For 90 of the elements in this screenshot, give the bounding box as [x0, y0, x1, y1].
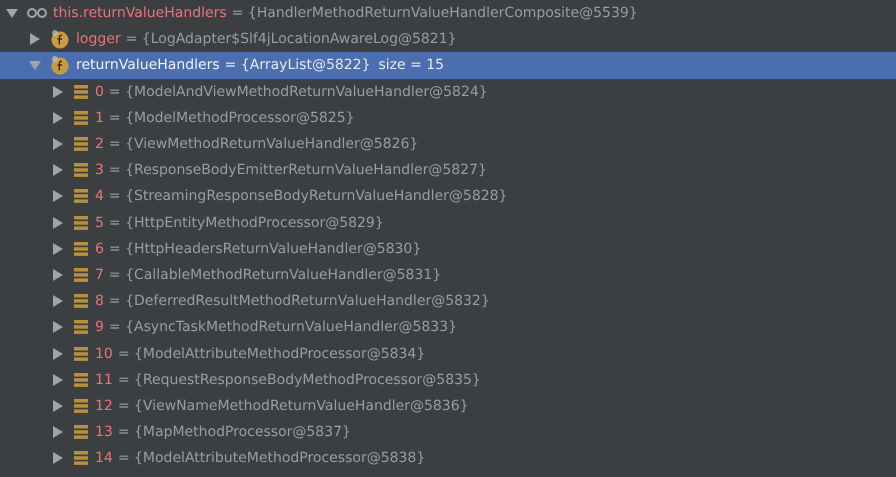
tree-row[interactable]: 12 = {ViewNameMethodReturnValueHandler@5836} [0, 392, 896, 419]
list-icon [73, 372, 89, 388]
variable-value: = {ViewMethodReturnValueHandler@5826} [108, 136, 418, 152]
collapsed-arrow-icon[interactable] [52, 426, 64, 438]
list-icon [73, 110, 89, 126]
collapsed-arrow-icon[interactable] [52, 295, 64, 308]
selected-tree-row[interactable]: returnValueHandlers = {ArrayList@5822} size = 15 [0, 52, 896, 79]
list-icon [73, 266, 89, 283]
variable-name: 13 [95, 424, 113, 440]
glasses-icon [27, 7, 47, 20]
tree-row[interactable]: logger = {LogAdapter$Slf4jLocationAwareLog@5821} [0, 26, 896, 52]
collapsed-arrow-icon[interactable] [52, 86, 64, 98]
variable-name: 1 [95, 110, 104, 126]
variable-name: 5 [95, 214, 104, 231]
variable-value: = {HttpEntityMethodProcessor@5829} [108, 214, 384, 231]
tree-row[interactable]: 8 = {DeferredResultMethodReturnValueHandler@5832} [0, 288, 896, 314]
variable-name: 4 [95, 188, 104, 204]
variable-value: = {ArrayList@5822} [224, 57, 370, 74]
tree-row[interactable]: 6 = {HttpHeadersReturnValueHandler@5830} [0, 236, 896, 262]
list-icon [73, 346, 89, 362]
tree-row[interactable]: 14 = {ModelAttributeMethodProcessor@5838} [0, 445, 896, 472]
variable-value: = {DeferredResultMethodReturnValueHandler@5832} [108, 293, 490, 310]
tree-row[interactable]: 3 = {ResponseBodyEmitterReturnValueHandler@5827} [0, 157, 896, 184]
variable-name: 0 [95, 84, 104, 100]
collapsed-arrow-icon[interactable] [52, 216, 64, 229]
list-icon [73, 136, 89, 152]
variable-value: = {AsyncTaskMethodReturnValueHandler@5833} [108, 319, 458, 336]
tree-row[interactable]: 1 = {ModelMethodProcessor@5825} [0, 104, 896, 131]
variable-value: = {ModelAttributeMethodProcessor@5834} [118, 346, 426, 362]
list-icon [73, 450, 89, 466]
variable-value: = {RequestResponseBodyMethodProcessor@5835} [118, 372, 481, 388]
collapsed-arrow-icon[interactable] [52, 138, 64, 150]
variable-name: 14 [95, 450, 113, 466]
list-icon [73, 240, 89, 257]
collapsed-arrow-icon[interactable] [52, 112, 64, 124]
variable-value: = {HttpHeadersReturnValueHandler@5830} [108, 240, 422, 257]
collapsed-arrow-icon[interactable] [52, 164, 64, 176]
list-icon [73, 293, 89, 310]
variable-name: logger [76, 31, 121, 48]
collapsed-arrow-icon[interactable] [52, 400, 64, 412]
variable-name: 10 [95, 346, 113, 362]
collapsed-arrow-icon[interactable] [52, 190, 64, 202]
variable-value: = {StreamingResponseBodyReturnValueHandler@5828} [108, 188, 508, 204]
list-icon [73, 84, 89, 100]
variable-name: 3 [95, 162, 104, 178]
variable-value: = {ResponseBodyEmitterReturnValueHandler@5827} [108, 162, 487, 178]
variable-name: 7 [95, 266, 104, 283]
variable-value: = {ModelAttributeMethodProcessor@5838} [118, 450, 426, 466]
list-icon [73, 214, 89, 231]
collapsed-arrow-icon[interactable] [52, 348, 64, 360]
collapsed-arrow-icon[interactable] [29, 33, 41, 46]
collapsed-arrow-icon[interactable] [52, 452, 64, 464]
tree-row[interactable]: 11 = {RequestResponseBodyMethodProcessor@5835} [0, 366, 896, 393]
expanded-arrow-icon[interactable] [6, 7, 18, 20]
variable-name: 9 [95, 319, 104, 336]
variable-name: 11 [95, 372, 113, 388]
variable-name: 2 [95, 136, 104, 152]
tree-row[interactable]: 13 = {MapMethodProcessor@5837} [0, 419, 896, 446]
list-icon [73, 398, 89, 414]
tree-row[interactable]: 7 = {CallableMethodReturnValueHandler@5831} [0, 262, 896, 288]
tree-row[interactable]: 0 = {ModelAndViewMethodReturnValueHandler@5824} [0, 78, 896, 105]
collapsed-arrow-icon[interactable] [52, 321, 64, 334]
tree-row[interactable]: 4 = {StreamingResponseBodyReturnValueHandler@5828} [0, 183, 896, 210]
variable-name: this.returnValueHandlers [53, 5, 227, 22]
tree-row[interactable]: 2 = {ViewMethodReturnValueHandler@5826} [0, 130, 896, 158]
variable-value: = {ViewNameMethodReturnValueHandler@5836} [118, 398, 469, 414]
variable-value: = {ModelMethodProcessor@5825} [108, 110, 355, 126]
tree-row[interactable]: 5 = {HttpEntityMethodProcessor@5829} [0, 210, 896, 236]
list-icon [73, 424, 89, 440]
list-icon [73, 319, 89, 336]
variable-value: = {CallableMethodReturnValueHandler@5831} [108, 266, 442, 283]
variable-name: returnValueHandlers [76, 57, 220, 74]
variable-name: 12 [95, 398, 113, 414]
size-label: size = 15 [378, 57, 444, 74]
field-icon [50, 29, 70, 50]
variable-value: = {ModelAndViewMethodReturnValueHandler@5824} [108, 84, 488, 100]
list-icon [73, 188, 89, 204]
collapsed-arrow-icon[interactable] [52, 242, 64, 255]
tree-row[interactable]: this.returnValueHandlers = {HandlerMethodReturnValueHandlerComposite@5539} [0, 0, 896, 26]
collapsed-arrow-icon[interactable] [52, 268, 64, 281]
tree-row[interactable]: 10 = {ModelAttributeMethodProcessor@5834} [0, 340, 896, 367]
variable-name: 6 [95, 240, 104, 257]
list-icon [73, 162, 89, 178]
field-icon [50, 55, 70, 76]
variable-name: 8 [95, 293, 104, 310]
collapsed-arrow-icon[interactable] [52, 374, 64, 386]
variable-value: = {MapMethodProcessor@5837} [118, 424, 351, 440]
tree-row[interactable]: 9 = {AsyncTaskMethodReturnValueHandler@5833} [0, 314, 896, 340]
variable-value: = {HandlerMethodReturnValueHandlerComposite@5539} [232, 5, 638, 22]
variable-value: = {LogAdapter$Slf4jLocationAwareLog@5821} [126, 31, 457, 48]
